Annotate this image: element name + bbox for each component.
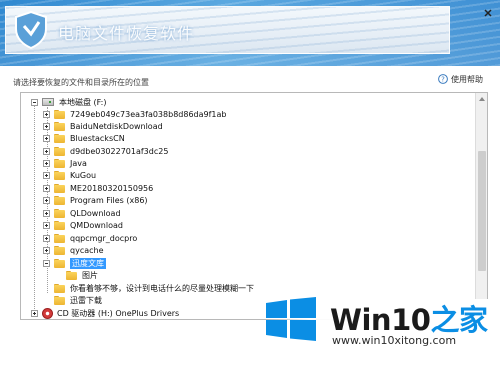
tree-item-folder[interactable]: QMDownload bbox=[43, 219, 123, 231]
folder-tree[interactable]: 本地磁盘 (F:) 7249eb049c73ea3fa038b8d86da9f1… bbox=[20, 92, 488, 320]
expand-icon[interactable] bbox=[43, 221, 50, 229]
tree-item-label: 你看着够不够，设计到电话什么的尽量处理模糊一下 bbox=[70, 283, 254, 293]
tree-item-label: qycache bbox=[70, 245, 104, 255]
expand-icon[interactable] bbox=[43, 184, 50, 192]
tree-item-label: qqpcmgr_docpro bbox=[70, 233, 138, 243]
expand-icon[interactable] bbox=[43, 122, 50, 130]
expand-icon[interactable] bbox=[31, 309, 38, 317]
tree-guide-line bbox=[34, 103, 35, 315]
tree-item-label: ME20180320150956 bbox=[70, 183, 154, 193]
close-icon[interactable] bbox=[484, 9, 492, 17]
tree-item-label: 迅度文库 bbox=[70, 257, 106, 269]
tree-item-folder-selected[interactable]: 迅度文库 bbox=[43, 257, 106, 269]
scroll-up-icon[interactable] bbox=[479, 97, 485, 101]
instruction-text: 请选择要恢复的文件和目录所在的位置 bbox=[13, 78, 149, 87]
folder-icon bbox=[54, 233, 65, 243]
tree-item-label: QMDownload bbox=[70, 220, 123, 230]
tree-item-label: Program Files (x86) bbox=[70, 195, 148, 205]
watermark-brand-accent: 之家 bbox=[430, 303, 488, 337]
tree-item-label: 本地磁盘 (F:) bbox=[59, 97, 107, 107]
help-icon: ? bbox=[438, 74, 448, 84]
hard-drive-icon bbox=[42, 98, 54, 106]
tree-item-label: d9dbe03022701af3dc25 bbox=[70, 146, 169, 156]
expand-icon[interactable] bbox=[43, 159, 50, 167]
tree-item-folder[interactable]: qycache bbox=[43, 244, 104, 256]
tree-item-label: QLDownload bbox=[70, 208, 121, 218]
folder-icon bbox=[54, 158, 65, 168]
tree-item-folder[interactable]: d9dbe03022701af3dc25 bbox=[43, 145, 168, 157]
tree-item-folder[interactable]: Program Files (x86) bbox=[43, 194, 148, 206]
cd-drive-icon bbox=[42, 307, 53, 319]
tree-item-folder[interactable]: BluestacksCN bbox=[43, 132, 125, 144]
folder-icon bbox=[54, 183, 65, 193]
folder-icon bbox=[54, 146, 65, 156]
expand-icon[interactable] bbox=[43, 246, 50, 254]
folder-icon bbox=[54, 195, 65, 205]
tree-item-label: BaiduNetdiskDownload bbox=[70, 121, 163, 131]
tree-item-folder[interactable]: 图片 bbox=[55, 269, 98, 281]
tree-item-drive-f[interactable]: 本地磁盘 (F:) bbox=[31, 96, 106, 108]
expand-icon[interactable] bbox=[43, 209, 50, 217]
tree-item-label: KuGou bbox=[70, 170, 97, 180]
tree-item-label: Java bbox=[70, 158, 87, 168]
expand-icon[interactable] bbox=[43, 234, 50, 242]
watermark-url: www.win10xitong.com bbox=[332, 334, 457, 347]
expand-icon[interactable] bbox=[43, 134, 50, 142]
tree-item-folder[interactable]: qqpcmgr_docpro bbox=[43, 232, 137, 244]
help-link[interactable]: ? 使用帮助 bbox=[438, 73, 483, 85]
tree-item-folder[interactable]: BaiduNetdiskDownload bbox=[43, 120, 163, 132]
tree-item-drive-h[interactable]: CD 驱动器 (H:) OnePlus Drivers bbox=[31, 307, 179, 319]
tree-item-label: 7249eb049c73ea3fa038b8d86da9f1ab bbox=[70, 109, 227, 119]
collapse-icon[interactable] bbox=[31, 98, 38, 106]
tree-item-folder[interactable]: 7249eb049c73ea3fa038b8d86da9f1ab bbox=[43, 108, 227, 120]
expand-icon[interactable] bbox=[43, 196, 50, 204]
tree-item-folder[interactable]: ME20180320150956 bbox=[43, 182, 153, 194]
folder-icon bbox=[54, 258, 65, 268]
watermark-brand: Win10之家 bbox=[330, 297, 488, 339]
tree-item-folder[interactable]: 你看着够不够，设计到电话什么的尽量处理模糊一下 bbox=[43, 282, 254, 294]
folder-icon bbox=[54, 109, 65, 119]
expand-icon[interactable] bbox=[43, 147, 50, 155]
tree-item-folder[interactable]: 迅雷下载 bbox=[43, 294, 102, 306]
folder-icon bbox=[54, 121, 65, 131]
window-title: 电脑文件恢复软件 bbox=[58, 24, 195, 43]
vertical-scrollbar[interactable] bbox=[475, 93, 487, 319]
folder-icon bbox=[54, 295, 65, 305]
folder-icon bbox=[54, 170, 65, 180]
tree-item-label: 图片 bbox=[82, 270, 98, 280]
folder-icon bbox=[54, 283, 65, 293]
watermark-brand-main: Win10 bbox=[330, 303, 431, 337]
svg-text:?: ? bbox=[441, 76, 445, 84]
help-label: 使用帮助 bbox=[451, 74, 483, 84]
expand-icon[interactable] bbox=[43, 171, 50, 179]
tree-item-folder[interactable]: QLDownload bbox=[43, 207, 121, 219]
windows-logo-icon bbox=[266, 297, 316, 341]
folder-icon bbox=[66, 270, 77, 280]
collapse-icon[interactable] bbox=[43, 259, 50, 267]
scroll-thumb[interactable] bbox=[478, 151, 486, 271]
shield-logo-icon bbox=[15, 11, 47, 49]
tree-item-label: BluestacksCN bbox=[70, 133, 125, 143]
tree-item-folder[interactable]: Java bbox=[43, 157, 87, 169]
tree-item-label: 迅雷下载 bbox=[70, 295, 102, 305]
expand-icon[interactable] bbox=[43, 110, 50, 118]
title-bar: 电脑文件恢复软件 bbox=[0, 0, 500, 66]
folder-icon bbox=[54, 133, 65, 143]
tree-item-folder[interactable]: KuGou bbox=[43, 169, 96, 181]
folder-icon bbox=[54, 245, 65, 255]
folder-icon bbox=[54, 220, 65, 230]
tree-item-label: CD 驱动器 (H:) OnePlus Drivers bbox=[57, 308, 180, 318]
folder-icon bbox=[54, 208, 65, 218]
